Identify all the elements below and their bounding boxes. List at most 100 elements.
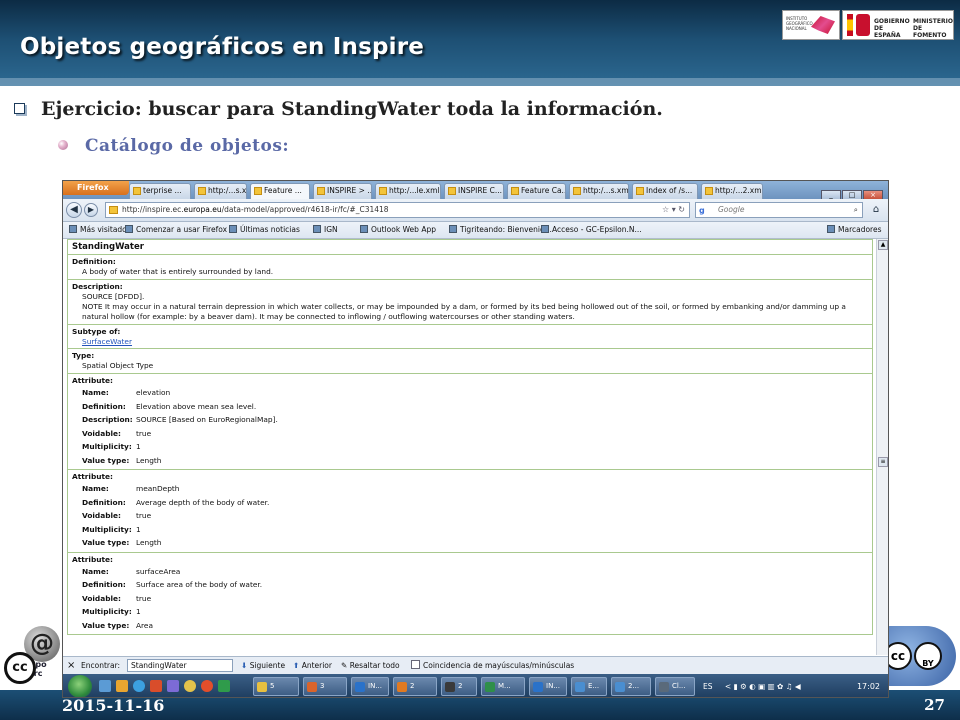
- attribute-key: Definition:: [82, 497, 126, 507]
- taskbar-button[interactable]: E...: [571, 677, 607, 696]
- taskbar-label: Cl...: [672, 682, 686, 690]
- search-placeholder: Google: [718, 205, 745, 214]
- quicklaunch-icon[interactable]: [150, 680, 162, 692]
- vertical-scrollbar[interactable]: ▲ ≡: [876, 239, 888, 655]
- attribute-value: 1: [136, 607, 141, 616]
- bookmark-item[interactable]: Últimas noticias: [229, 222, 300, 238]
- quicklaunch-icon[interactable]: [184, 680, 196, 692]
- taskbar-app-icon: [485, 682, 495, 692]
- tab-label: http:/...s.xml: [583, 186, 629, 195]
- attribute-key: Value type:: [82, 455, 130, 465]
- bookmark-item[interactable]: Más visitados: [69, 222, 131, 238]
- taskbar-button[interactable]: M...: [481, 677, 525, 696]
- attribute-property: Name: meanDepth: [72, 482, 868, 496]
- browser-tab[interactable]: http:/...le.xml: [375, 183, 441, 199]
- attribute-property: Definition: Elevation above mean sea leve…: [72, 400, 868, 414]
- match-case-label: Coincidencia de mayúsculas/minúsculas: [423, 661, 575, 670]
- back-button[interactable]: ◀: [66, 202, 82, 218]
- attribute-key: Name:: [82, 566, 109, 576]
- taskbar-button[interactable]: IN...: [351, 677, 389, 696]
- attribute-value: 1: [136, 442, 141, 451]
- attribute-key: Definition:: [82, 401, 126, 411]
- firefox-menu-button[interactable]: Firefox: [63, 181, 129, 195]
- system-tray: ES < ▮ ⚙ ◐ ▣ ▥ ✿ ♫ ◀ 17:02: [703, 674, 888, 697]
- attribute-row: Attribute: Name: elevation Definition: Eleva…: [67, 373, 873, 470]
- find-label: Encontrar:: [81, 661, 121, 670]
- forward-button[interactable]: ▶: [84, 203, 98, 217]
- find-close-button[interactable]: ×: [67, 657, 75, 674]
- quicklaunch-icon[interactable]: [133, 680, 145, 692]
- taskbar-app-icon: [659, 682, 669, 692]
- taskbar-label: M...: [498, 682, 511, 690]
- ign-logo: INSTITUTO GEOGRÁFICO NACIONAL: [782, 10, 840, 40]
- search-box[interactable]: g Google ⌕: [695, 202, 863, 218]
- tab-label: terprise ...: [143, 186, 182, 195]
- quicklaunch-icon[interactable]: [201, 680, 213, 692]
- slide-header: Objetos geográficos en Inspire INSTITUTO…: [0, 0, 960, 86]
- tab-label: INSPIRE C...: [458, 186, 503, 195]
- scroll-up-icon[interactable]: ▲: [878, 240, 888, 250]
- definition-label: Definition:: [72, 257, 116, 266]
- start-button[interactable]: [68, 675, 92, 697]
- browser-tab[interactable]: terprise ...: [129, 183, 191, 199]
- attribute-label: Attribute:: [72, 472, 114, 481]
- bookmarks-menu[interactable]: Marcadores: [827, 222, 882, 238]
- tab-favicon-icon: [254, 187, 262, 195]
- taskbar-app-icon: [257, 682, 267, 692]
- taskbar-button[interactable]: 3: [303, 677, 347, 696]
- browser-tab[interactable]: Index of /s...: [632, 183, 698, 199]
- description-note: NOTE It may occur in a natural terrain d…: [82, 302, 846, 321]
- bookmark-icon: [125, 225, 133, 233]
- search-icon[interactable]: ⌕: [854, 203, 858, 217]
- taskbar-button[interactable]: 2...: [611, 677, 651, 696]
- taskbar-button[interactable]: IN...: [529, 677, 567, 696]
- quicklaunch-icon[interactable]: [99, 680, 111, 692]
- attribute-value: surfaceArea: [136, 566, 181, 576]
- taskbar-button[interactable]: Cl...: [655, 677, 695, 696]
- taskbar-button[interactable]: 5: [253, 677, 299, 696]
- find-prev-button[interactable]: ⬆ Anterior: [293, 657, 332, 674]
- up-arrow-icon: ⬆: [293, 661, 300, 670]
- find-next-button[interactable]: ⬇ Siguiente: [241, 657, 285, 674]
- bookmarks-toolbar: Más visitados Comenzar a usar Firefox Últi…: [63, 222, 888, 239]
- quicklaunch-icon[interactable]: [167, 680, 179, 692]
- tab-label: http:/...le.xml: [389, 186, 440, 195]
- feature-name-row: StandingWater: [67, 239, 873, 255]
- bookmark-item[interactable]: Outlook Web App: [360, 222, 436, 238]
- browser-tab[interactable]: http:/...s.xml: [569, 183, 629, 199]
- find-input[interactable]: StandingWater: [127, 659, 233, 672]
- home-icon[interactable]: ⌂: [868, 202, 884, 218]
- quicklaunch-icon[interactable]: [116, 680, 128, 692]
- browser-tab[interactable]: http:/...2.xml: [701, 183, 763, 199]
- type-text: Spatial Object Type: [82, 361, 154, 370]
- bookmark-item[interactable]: Comenzar a usar Firefox: [125, 222, 227, 238]
- taskbar-label: IN...: [368, 682, 382, 690]
- browser-tab[interactable]: Feature ...: [250, 183, 310, 199]
- url-domain: europa.eu: [183, 205, 222, 214]
- ign-logo-mark: [811, 16, 835, 34]
- language-indicator[interactable]: ES: [703, 682, 713, 691]
- bookmark-item[interactable]: Acceso - GC-Epsilon.N...: [541, 222, 642, 238]
- taskbar-label: 2: [458, 682, 463, 690]
- match-case-checkbox[interactable]: Coincidencia de mayúsculas/minúsculas: [411, 657, 574, 674]
- browser-tab[interactable]: Feature Ca...: [507, 183, 566, 199]
- bookmark-item[interactable]: Tigriteando: Bienvenid...: [449, 222, 552, 238]
- description-row: Description: SOURCE [DFDD]. NOTE It may …: [67, 279, 873, 325]
- find-bar: × Encontrar: StandingWater ⬇ Siguiente ⬆…: [63, 656, 888, 674]
- browser-tab[interactable]: INSPIRE C...: [444, 183, 504, 199]
- reload-icon[interactable]: ☆ ▾ ↻: [662, 203, 685, 217]
- tab-favicon-icon: [573, 187, 581, 195]
- scroll-thumb[interactable]: ≡: [878, 457, 888, 467]
- taskbar-button[interactable]: 2: [393, 677, 437, 696]
- tray-icons[interactable]: < ▮ ⚙ ◐ ▣ ▥ ✿ ♫ ◀: [725, 682, 801, 691]
- bookmark-item[interactable]: IGN: [313, 222, 338, 238]
- url-bar[interactable]: http://inspire.ec.europa.eu/data-model/a…: [105, 202, 690, 218]
- attribute-property: Multiplicity: 1: [72, 440, 868, 454]
- browser-tab[interactable]: INSPIRE > ...: [313, 183, 372, 199]
- tab-favicon-icon: [705, 187, 713, 195]
- highlight-all-button[interactable]: ✎ Resaltar todo: [341, 657, 400, 674]
- quicklaunch-icon[interactable]: [218, 680, 230, 692]
- browser-tab[interactable]: http:/...s.xsd: [194, 183, 247, 199]
- subtype-link[interactable]: SurfaceWater: [72, 337, 868, 346]
- taskbar-button[interactable]: 2: [441, 677, 477, 696]
